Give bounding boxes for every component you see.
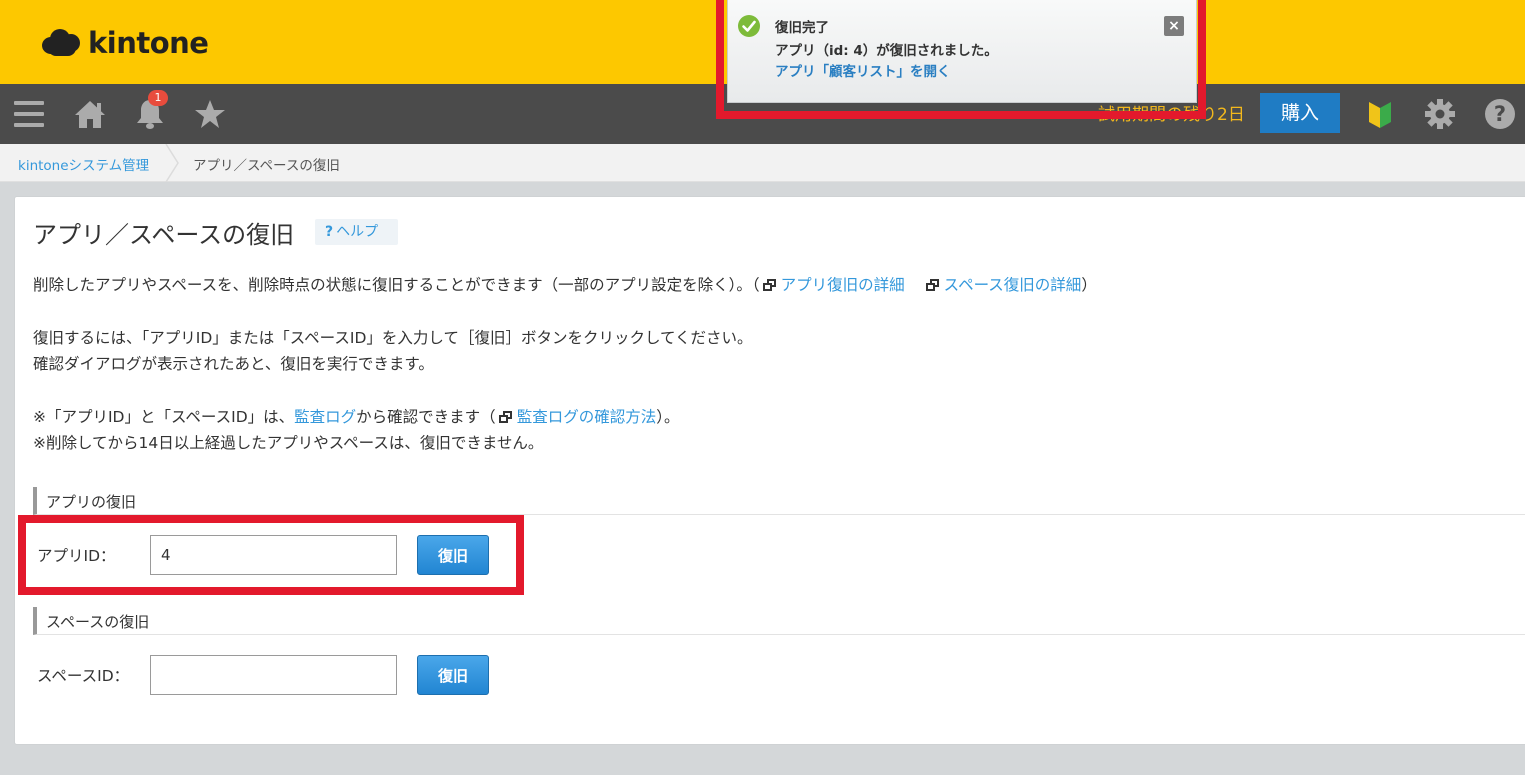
star-icon[interactable] — [192, 96, 228, 132]
space-id-input[interactable] — [150, 655, 397, 695]
external-window-icon — [498, 411, 513, 423]
app-restore-highlight-frame — [18, 515, 524, 595]
note-line-1: ※「アプリID」と「スペースID」は、監査ログから確認できます（ 監査ログの確認方… — [33, 405, 679, 427]
space-restore-section-header: スペースの復旧 — [33, 607, 1525, 635]
external-window-icon — [762, 279, 777, 291]
cloud-logo-icon — [42, 28, 82, 58]
svg-text:?: ? — [1494, 102, 1506, 126]
app-restore-detail-link[interactable]: アプリ復旧の詳細 — [781, 276, 905, 294]
note-text: ※「アプリID」と「スペースID」は、 — [33, 408, 295, 426]
external-window-icon — [925, 279, 940, 291]
description-line-3: 確認ダイアログが表示されたあと、復旧を実行できます。 — [33, 355, 434, 373]
space-restore-button[interactable]: 復旧 — [417, 655, 489, 695]
home-icon[interactable] — [72, 96, 108, 132]
description-text: ） — [1081, 276, 1097, 294]
audit-log-howto-link[interactable]: 監査ログの確認方法 — [517, 408, 657, 426]
app-restore-section-header: アプリの復旧 — [33, 487, 1525, 515]
note-text: から確認できます（ — [356, 408, 496, 426]
help-link[interactable]: ? ヘルプ — [315, 219, 398, 245]
breadcrumb: kintoneシステム管理 アプリ／スペースの復旧 — [0, 144, 1525, 182]
note-line-2: ※削除してから14日以上経過したアプリやスペースは、復旧できません。 — [33, 434, 544, 452]
section-title: スペースの復旧 — [46, 613, 150, 631]
description-text: 削除したアプリやスペースを、削除時点の状態に復旧することができます（一部のアプリ… — [33, 276, 760, 294]
beginner-mark-icon[interactable] — [1362, 96, 1398, 132]
logo-text: kintone — [88, 26, 209, 60]
menu-icon[interactable] — [12, 96, 48, 132]
gear-icon[interactable] — [1422, 96, 1458, 132]
kintone-logo[interactable]: kintone — [42, 26, 209, 60]
space-restore-detail-link[interactable]: スペース復旧の詳細 — [944, 276, 1082, 294]
description-line-1: 削除したアプリやスペースを、削除時点の状態に復旧することができます（一部のアプリ… — [33, 273, 1097, 295]
help-label: ヘルプ — [336, 224, 379, 240]
help-icon[interactable]: ? — [1482, 96, 1518, 132]
audit-log-link[interactable]: 監査ログ — [294, 408, 356, 426]
description-line-2: 復旧するには、「アプリID」または「スペースID」を入力して［復旧］ボタンをクリ… — [33, 329, 753, 347]
breadcrumb-item-system-admin[interactable]: kintoneシステム管理 — [18, 154, 149, 174]
breadcrumb-item-current: アプリ／スペースの復旧 — [193, 158, 340, 174]
page-title: アプリ／スペースの復旧 — [33, 221, 295, 249]
notification-count-badge: 1 — [148, 90, 168, 106]
notification-highlight-frame — [716, 0, 1206, 119]
breadcrumb-separator-icon — [165, 144, 179, 182]
buy-button[interactable]: 購入 — [1260, 93, 1340, 133]
space-id-label: スペースID： — [37, 667, 130, 685]
section-title: アプリの復旧 — [46, 493, 137, 511]
note-text: ）。 — [656, 408, 680, 426]
help-question-icon: ? — [325, 224, 334, 240]
